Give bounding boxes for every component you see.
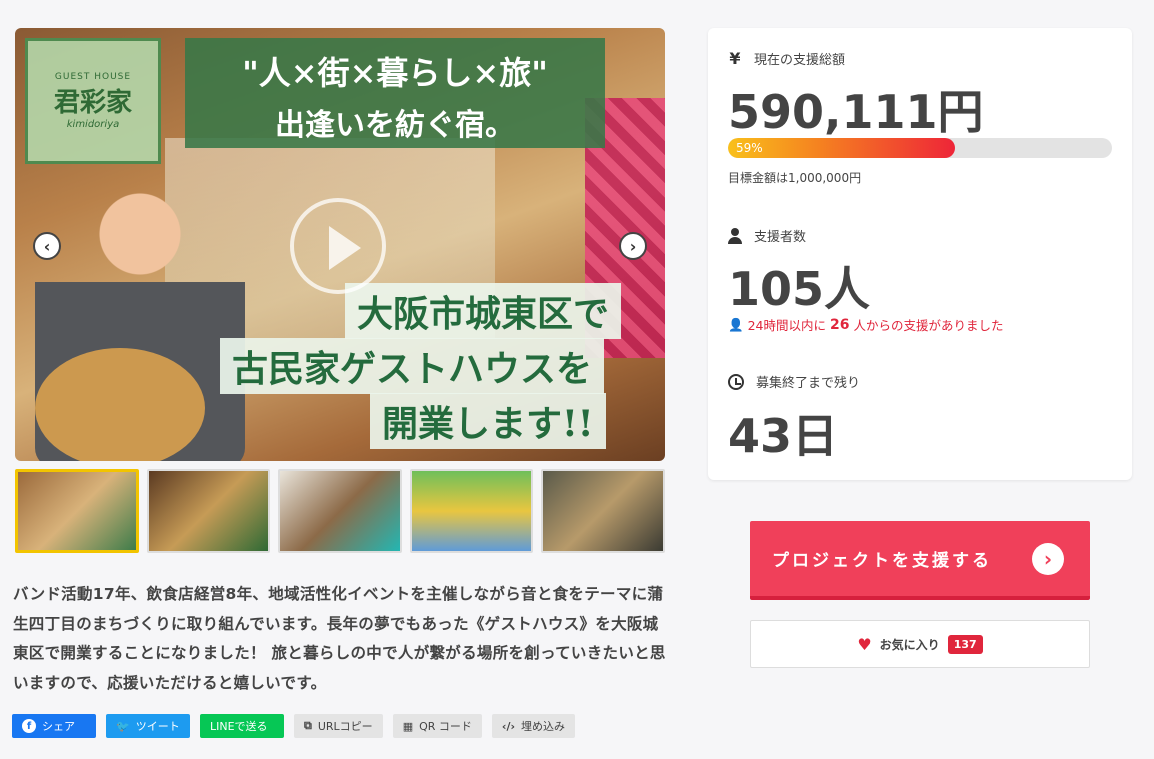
embed-button[interactable]: ‹/› 埋め込み [491,714,575,738]
twitter-icon: 🐦 [116,719,130,733]
line-share-button[interactable]: LINEで送る [200,714,284,738]
project-hero-image[interactable]: GUEST HOUSE 君彩家 kimidoriya "人×街×暮らし×旅" 出… [15,28,665,461]
hero-guitar [35,348,205,461]
line-share-label: LINEで送る [210,720,268,733]
recent-backers-notice: 👤 24時間以内に 26 人からの支援がありました [728,315,1003,334]
funding-stats-card: ¥ 現在の支援総額 590,111円 59% 目標金額は1,000,000円 支… [708,28,1132,480]
guesthouse-logo: GUEST HOUSE 君彩家 kimidoriya [25,38,161,164]
total-funding-label: 現在の支援総額 [754,53,846,68]
twitter-share-button[interactable]: 🐦 ツイート [106,714,190,738]
thumbnail-1[interactable] [15,469,139,553]
qr-icon: ▦ [402,719,414,733]
user-icon [728,227,742,244]
recent-prefix: 24時間以内に [747,318,826,333]
thumbnail-strip [15,469,665,553]
logo-roman: kimidoriya [66,119,120,130]
backers-label-row: 支援者数 [728,226,806,245]
funding-progress-bar: 59% [728,138,1112,158]
embed-label: 埋め込み [521,720,565,733]
url-copy-label: URLコピー [317,720,373,733]
remaining-label: 募集終了まで残り [756,376,861,391]
remaining-value: 43日 [728,409,839,463]
qr-code-label: QR コード [419,720,472,733]
next-slide-button[interactable]: › [619,232,647,260]
heart-icon: ♥ [857,634,872,654]
share-bar: f シェア 🐦 ツイート LINEで送る ⧉ URLコピー ▦ QR コード ‹… [12,714,575,738]
url-copy-button[interactable]: ⧉ URLコピー [294,714,383,738]
hero-banner-1: 大阪市城東区で [345,283,622,339]
backers-label: 支援者数 [754,230,807,245]
backers-value: 105人 [728,262,871,316]
chevron-right-icon: › [1032,542,1064,575]
thumbnail-2[interactable] [146,469,271,553]
favorite-count-badge: 137 [947,634,983,654]
user-plus-icon: 👤 [728,316,744,332]
qr-code-button[interactable]: ▦ QR コード [392,714,482,738]
play-video-icon[interactable] [290,198,386,294]
hero-title-line2: 出逢いを紡ぐ宿。 [275,108,515,143]
recent-count: 26 [829,316,850,333]
hero-title-band: "人×街×暮らし×旅" 出逢いを紡ぐ宿。 [185,38,605,148]
support-project-button[interactable]: プロジェクトを支援する › [750,521,1090,600]
copy-icon: ⧉ [304,719,312,732]
remaining-label-row: 募集終了まで残り [728,372,860,391]
recent-suffix: 人からの支援がありました [853,318,1004,333]
support-project-label: プロジェクトを支援する [772,551,992,571]
clock-icon [728,373,744,390]
total-funding-value: 590,111円 [728,85,984,139]
facebook-icon: f [22,719,36,733]
total-funding-label-row: ¥ 現在の支援総額 [728,49,845,68]
facebook-share-label: シェア [42,720,75,733]
thumbnail-3[interactable] [278,469,402,553]
project-description: バンド活動17年、飲食店経営8年、地域活性化イベントを主催しながら音と食をテーマ… [13,585,666,692]
thumbnail-4[interactable] [409,469,534,553]
facebook-share-button[interactable]: f シェア [12,714,96,738]
hero-title-line1: "人×街×暮らし×旅" [242,54,548,92]
code-icon: ‹/› [501,719,515,733]
logo-header: GUEST HOUSE [54,72,132,82]
hero-banner-3: 開業します!! [370,393,606,449]
thumbnail-5[interactable] [541,469,665,553]
twitter-share-label: ツイート [135,720,180,733]
favorite-button[interactable]: ♥ お気に入り 137 [750,620,1090,668]
funding-progress-label: 59% [736,141,763,155]
goal-amount: 目標金額は1,000,000円 [728,171,862,185]
favorite-label: お気に入り [879,637,940,652]
hero-banner-2: 古民家ゲストハウスを [220,338,605,394]
logo-name: 君彩家 [53,88,132,118]
yen-icon: ¥ [729,49,741,68]
prev-slide-button[interactable]: ‹ [33,232,61,260]
